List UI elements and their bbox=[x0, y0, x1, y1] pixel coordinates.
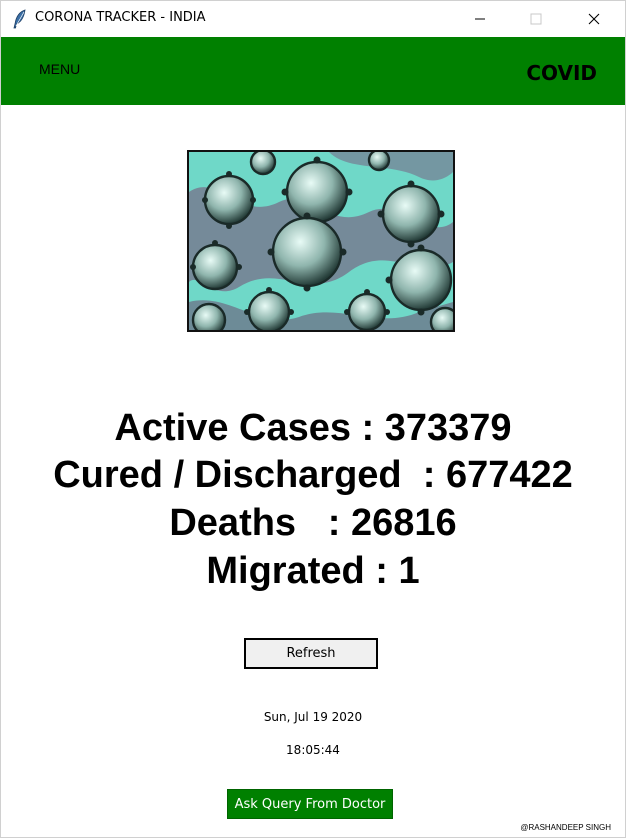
coronavirus-image bbox=[187, 150, 455, 332]
author-credit: @RASHANDEEP SINGH bbox=[520, 823, 611, 832]
maximize-icon[interactable] bbox=[513, 1, 559, 37]
active-cases-stat: Active Cases : 373379 bbox=[114, 407, 512, 449]
close-icon[interactable] bbox=[571, 1, 617, 37]
refresh-button[interactable]: Refresh bbox=[244, 638, 378, 669]
migrated-stat: Migrated : 1 bbox=[206, 550, 420, 592]
current-time: 18:05:44 bbox=[286, 743, 340, 757]
feather-icon bbox=[13, 9, 27, 29]
menu-button[interactable]: MENU bbox=[39, 61, 80, 77]
cured-discharged-stat: Cured / Discharged : 677422 bbox=[53, 454, 573, 496]
title-bar[interactable]: CORONA TRACKER - INDIA bbox=[1, 1, 625, 37]
top-banner: MENU COVID bbox=[1, 37, 625, 105]
deaths-stat: Deaths : 26816 bbox=[169, 502, 457, 544]
window-title: CORONA TRACKER - INDIA bbox=[35, 10, 206, 25]
minimize-icon[interactable] bbox=[457, 1, 503, 37]
app-window: CORONA TRACKER - INDIA MENU COVID Active… bbox=[0, 0, 626, 838]
brand-label: COVID bbox=[526, 61, 597, 85]
current-date: Sun, Jul 19 2020 bbox=[263, 710, 363, 724]
ask-doctor-button[interactable]: Ask Query From Doctor bbox=[227, 789, 393, 819]
